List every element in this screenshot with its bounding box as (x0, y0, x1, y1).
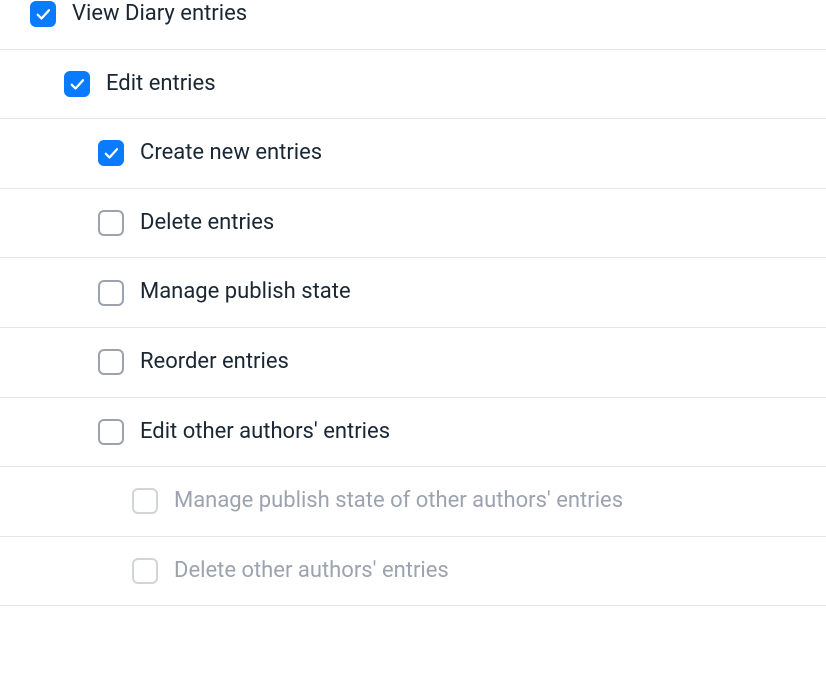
permission-row-manage-publish-state: Manage publish state (0, 258, 826, 328)
label-manage-publish-state-other-authors: Manage publish state of other authors' e… (174, 487, 623, 516)
permission-row-delete-other-authors-entries: Delete other authors' entries (0, 537, 826, 607)
label-reorder-entries[interactable]: Reorder entries (140, 348, 289, 377)
check-icon (68, 75, 86, 93)
label-create-new-entries[interactable]: Create new entries (140, 139, 322, 168)
checkbox-view-diary-entries[interactable] (30, 1, 56, 27)
label-view-diary-entries[interactable]: View Diary entries (72, 0, 247, 29)
label-delete-entries[interactable]: Delete entries (140, 209, 274, 238)
checkbox-manage-publish-state-other-authors (132, 488, 158, 514)
checkbox-manage-publish-state[interactable] (98, 280, 124, 306)
permission-row-create-new-entries: Create new entries (0, 119, 826, 189)
checkbox-create-new-entries[interactable] (98, 140, 124, 166)
checkbox-edit-other-authors-entries[interactable] (98, 419, 124, 445)
permission-row-delete-entries: Delete entries (0, 189, 826, 259)
permission-row-manage-publish-state-other-authors: Manage publish state of other authors' e… (0, 467, 826, 537)
checkbox-delete-other-authors-entries (132, 558, 158, 584)
check-icon (34, 5, 52, 23)
permission-row-view-diary-entries: View Diary entries (0, 0, 826, 50)
permission-row-edit-other-authors-entries: Edit other authors' entries (0, 398, 826, 468)
label-manage-publish-state[interactable]: Manage publish state (140, 278, 351, 307)
checkbox-reorder-entries[interactable] (98, 349, 124, 375)
label-edit-other-authors-entries[interactable]: Edit other authors' entries (140, 418, 390, 447)
check-icon (102, 144, 120, 162)
checkbox-edit-entries[interactable] (64, 71, 90, 97)
checkbox-delete-entries[interactable] (98, 210, 124, 236)
permission-row-reorder-entries: Reorder entries (0, 328, 826, 398)
label-edit-entries[interactable]: Edit entries (106, 70, 216, 99)
permission-row-edit-entries: Edit entries (0, 50, 826, 120)
label-delete-other-authors-entries: Delete other authors' entries (174, 557, 449, 586)
